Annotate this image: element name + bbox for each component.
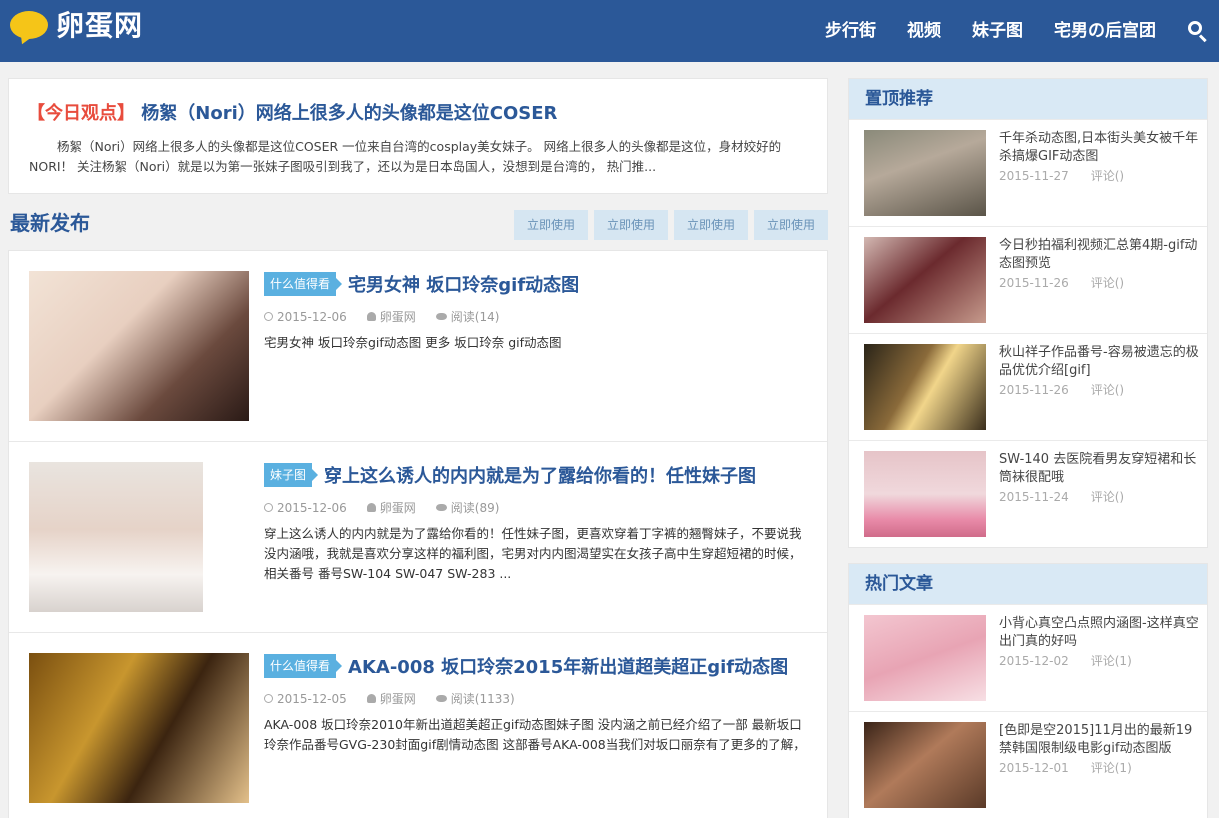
eye-icon: [435, 695, 447, 702]
sidebar-thumbnail[interactable]: [864, 130, 986, 216]
post-excerpt: 穿上这么诱人的内内就是为了露给你看的！任性妹子图，更喜欢穿着丁字裤的翘臀妹子，不…: [264, 526, 802, 581]
logo-text: 卵蛋网: [56, 9, 144, 42]
post-thumbnail[interactable]: [29, 462, 203, 612]
post-thumbnail[interactable]: [29, 653, 249, 803]
category-badge[interactable]: 什么值得看: [264, 654, 343, 678]
nav-item-video[interactable]: 视频: [907, 0, 941, 62]
sidebar-item[interactable]: [色即是空2015]11月出的最新19禁韩国限制级电影gif动态图版 2015-…: [849, 711, 1207, 818]
today-tag: 【今日观点】: [27, 103, 135, 124]
sidebar-item-title[interactable]: [色即是空2015]11月出的最新19禁韩国限制级电影gif动态图版: [999, 722, 1199, 758]
post-author[interactable]: 卵蛋网: [380, 499, 416, 516]
nav-item-street[interactable]: 步行街: [825, 0, 876, 62]
eye-icon: [435, 313, 447, 320]
use-now-button-1[interactable]: 立即使用: [514, 210, 588, 240]
nav-item-harem[interactable]: 宅男の后宫团: [1054, 0, 1156, 62]
sidebar-item[interactable]: 千年杀动态图,日本街头美女被千年杀搞爆GIF动态图 2015-11-27 评论(): [849, 119, 1207, 226]
sidebar-item-date: 2015-11-26: [999, 276, 1069, 290]
sidebar-item-title[interactable]: 今日秒拍福利视频汇总第4期-gif动态图预览: [999, 237, 1199, 273]
sidebar-thumbnail[interactable]: [864, 615, 986, 701]
button-row: 立即使用 立即使用 立即使用 立即使用: [514, 210, 834, 240]
post-meta: 2015-12-06 卵蛋网 阅读(89): [264, 499, 519, 516]
user-icon: [366, 312, 376, 321]
sidebar-item-comments[interactable]: 评论(): [1091, 490, 1124, 504]
post-excerpt: 宅男女神 坂口玲奈gif动态图 更多 坂口玲奈 gif动态图: [264, 335, 562, 350]
post-thumbnail[interactable]: [29, 271, 249, 421]
user-icon: [366, 694, 376, 703]
sidebar-item[interactable]: SW-140 去医院看男友穿短裙和长筒袜很配哦 2015-11-24 评论(): [849, 440, 1207, 547]
post-views: 阅读(89): [450, 501, 500, 515]
sidebar-item[interactable]: 今日秒拍福利视频汇总第4期-gif动态图预览 2015-11-26 评论(): [849, 226, 1207, 333]
use-now-button-4[interactable]: 立即使用: [754, 210, 828, 240]
post-meta: 2015-12-06 卵蛋网 阅读(14): [264, 308, 519, 325]
today-excerpt: 杨絮（Nori）网络上很多人的头像都是这位COSER 一位来自台湾的cospla…: [29, 139, 782, 174]
post-meta: 2015-12-05 卵蛋网 阅读(1133): [264, 690, 535, 707]
sidebar-thumbnail[interactable]: [864, 237, 986, 323]
post-list: 什么值得看 宅男女神 坂口玲奈gif动态图 2015-12-06 卵蛋网 阅读(…: [8, 250, 828, 818]
sidebar-item-date: 2015-12-02: [999, 654, 1069, 668]
sidebar-thumbnail[interactable]: [864, 344, 986, 430]
sidebar-thumbnail[interactable]: [864, 722, 986, 808]
sidebar-item-comments[interactable]: 评论(): [1091, 169, 1124, 183]
post-item: 什么值得看 宅男女神 坂口玲奈gif动态图 2015-12-06 卵蛋网 阅读(…: [9, 251, 827, 442]
today-headline[interactable]: 杨絮（Nori）网络上很多人的头像都是这位COSER: [141, 103, 557, 124]
today-viewpoint-panel: 【今日观点】 杨絮（Nori）网络上很多人的头像都是这位COSER 杨絮（Nor…: [8, 78, 828, 194]
user-icon: [366, 503, 376, 512]
sidebar-item-date: 2015-11-27: [999, 169, 1069, 183]
post-title[interactable]: 宅男女神 坂口玲奈gif动态图: [348, 271, 579, 297]
search-icon[interactable]: [1187, 20, 1209, 43]
sidebar-item-date: 2015-11-24: [999, 490, 1069, 504]
post-date: 2015-12-05: [277, 691, 347, 706]
section-title-latest: 最新发布: [10, 211, 90, 235]
today-title[interactable]: 【今日观点】 杨絮（Nori）网络上很多人的头像都是这位COSER: [27, 99, 557, 125]
site-header: 卵蛋网 步行街 视频 妹子图 宅男の后宫团: [0, 0, 1219, 62]
post-author[interactable]: 卵蛋网: [380, 308, 416, 325]
post-title[interactable]: AKA-008 坂口玲奈2015年新出道超美超正gif动态图: [348, 653, 788, 679]
clock-icon: [264, 312, 273, 321]
sidebar-hot-articles: 热门文章 小背心真空凸点照内涵图-这样真空出门真的好吗 2015-12-02 评论…: [848, 563, 1208, 818]
sidebar-item-comments[interactable]: 评论(1): [1091, 761, 1132, 775]
sidebar-item-title[interactable]: 小背心真空凸点照内涵图-这样真空出门真的好吗: [999, 615, 1199, 651]
use-now-button-2[interactable]: 立即使用: [594, 210, 668, 240]
sidebar-item-comments[interactable]: 评论(): [1091, 276, 1124, 290]
sidebar-item-comments[interactable]: 评论(): [1091, 383, 1124, 397]
category-badge[interactable]: 妹子图: [264, 463, 319, 487]
category-badge[interactable]: 什么值得看: [264, 272, 343, 296]
sidebar-title-top: 置顶推荐: [849, 79, 1207, 119]
post-title[interactable]: 穿上这么诱人的内内就是为了露给你看的！任性妹子图: [324, 462, 756, 488]
clock-icon: [264, 503, 273, 512]
post-views: 阅读(1133): [450, 692, 515, 706]
nav-item-girls[interactable]: 妹子图: [972, 0, 1023, 62]
site-logo[interactable]: 卵蛋网: [10, 9, 150, 48]
sidebar-thumbnail[interactable]: [864, 451, 986, 537]
post-item: 妹子图 穿上这么诱人的内内就是为了露给你看的！任性妹子图 2015-12-06 …: [9, 442, 827, 633]
sidebar-item[interactable]: 小背心真空凸点照内涵图-这样真空出门真的好吗 2015-12-02 评论(1): [849, 604, 1207, 711]
sidebar-item[interactable]: 秋山祥子作品番号-容易被遗忘的极品优优介绍[gif] 2015-11-26 评论(…: [849, 333, 1207, 440]
sidebar-item-date: 2015-12-01: [999, 761, 1069, 775]
post-date: 2015-12-06: [277, 309, 347, 324]
main-nav: 步行街 视频 妹子图 宅男の后宫团: [825, 0, 1219, 62]
post-views: 阅读(14): [450, 310, 500, 324]
sidebar-top-recommend: 置顶推荐 千年杀动态图,日本街头美女被千年杀搞爆GIF动态图 2015-11-2…: [848, 78, 1208, 548]
sidebar-item-comments[interactable]: 评论(1): [1091, 654, 1132, 668]
sidebar-title-hot: 热门文章: [849, 564, 1207, 604]
post-author[interactable]: 卵蛋网: [380, 690, 416, 707]
sidebar-item-date: 2015-11-26: [999, 383, 1069, 397]
clock-icon: [264, 694, 273, 703]
post-date: 2015-12-06: [277, 500, 347, 515]
sidebar-item-title[interactable]: 千年杀动态图,日本街头美女被千年杀搞爆GIF动态图: [999, 130, 1199, 166]
use-now-button-3[interactable]: 立即使用: [674, 210, 748, 240]
sidebar-item-title[interactable]: 秋山祥子作品番号-容易被遗忘的极品优优介绍[gif]: [999, 344, 1199, 380]
post-excerpt: AKA-008 坂口玲奈2010年新出道超美超正gif动态图妹子图 没内涵之前已…: [264, 717, 806, 752]
sidebar-item-title[interactable]: SW-140 去医院看男友穿短裙和长筒袜很配哦: [999, 451, 1199, 487]
eye-icon: [435, 504, 447, 511]
post-item: 什么值得看 AKA-008 坂口玲奈2015年新出道超美超正gif动态图 201…: [9, 633, 827, 818]
